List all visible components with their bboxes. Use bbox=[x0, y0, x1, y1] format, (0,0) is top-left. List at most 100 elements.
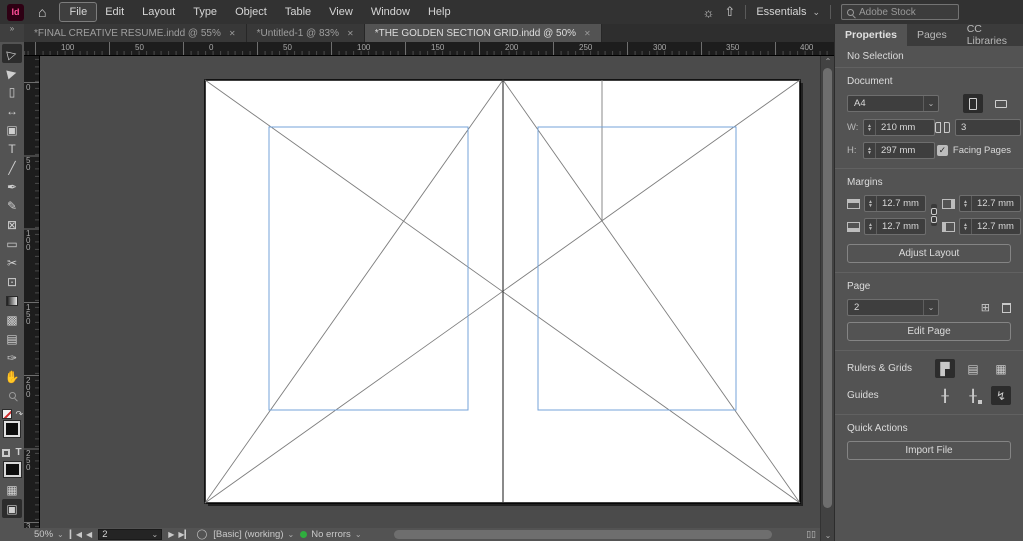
page-tool[interactable]: ▯ bbox=[2, 82, 22, 101]
workspace-switcher[interactable]: Essentials ⌄ bbox=[756, 6, 820, 18]
show-rulers-icon[interactable]: ▛ bbox=[935, 359, 955, 378]
height-field[interactable]: ▲▼ 297 mm bbox=[863, 142, 935, 159]
frame-tool[interactable]: ⊠ bbox=[2, 215, 22, 234]
toolbar-expand-control[interactable]: » bbox=[0, 24, 24, 42]
menu-view[interactable]: View bbox=[320, 3, 362, 21]
stepper-icon[interactable]: ▲▼ bbox=[960, 196, 972, 211]
zoom-tool[interactable] bbox=[2, 386, 22, 405]
margin-bottom-field[interactable]: ▲▼ 12.7 mm bbox=[864, 218, 926, 235]
import-file-button[interactable]: Import File bbox=[847, 441, 1011, 460]
orientation-landscape-button[interactable] bbox=[991, 94, 1011, 113]
page-select-dropdown[interactable]: 2 ⌄ bbox=[847, 299, 939, 316]
close-icon[interactable]: ✕ bbox=[347, 29, 354, 38]
vertical-scroll-thumb[interactable] bbox=[823, 68, 832, 508]
close-icon[interactable]: ✕ bbox=[229, 29, 236, 38]
previous-page-button[interactable]: ◀ bbox=[86, 530, 92, 539]
preflight-profile-dropdown[interactable]: [Basic] (working) ⌄ bbox=[213, 529, 294, 540]
facing-pages-checkbox[interactable]: ✓ bbox=[937, 145, 948, 156]
preflight-status[interactable]: No errors ⌄ bbox=[300, 529, 361, 540]
share-icon[interactable]: ⇧ bbox=[724, 4, 735, 20]
fill-stroke-controls[interactable]: ↷ bbox=[1, 409, 23, 443]
horizontal-scroll-thumb[interactable] bbox=[394, 530, 773, 539]
menu-window[interactable]: Window bbox=[362, 3, 419, 21]
pencil-tool[interactable]: ✎ bbox=[2, 196, 22, 215]
zoom-level-dropdown[interactable]: 50% ⌄ bbox=[34, 529, 64, 540]
panel-tab-pages[interactable]: Pages bbox=[907, 24, 957, 46]
adjust-layout-button[interactable]: Adjust Layout bbox=[847, 244, 1011, 263]
selection-tool[interactable]: ▷ bbox=[2, 44, 22, 63]
formatting-text-icon[interactable]: T bbox=[15, 447, 21, 458]
menu-help[interactable]: Help bbox=[419, 3, 460, 21]
menu-edit[interactable]: Edit bbox=[96, 3, 133, 21]
swap-fill-stroke-icon[interactable]: ↷ bbox=[15, 409, 23, 420]
stepper-icon[interactable]: ▲▼ bbox=[865, 219, 877, 234]
free-transform-tool[interactable]: ⊡ bbox=[2, 272, 22, 291]
formatting-container-icon[interactable] bbox=[2, 449, 10, 457]
stepper-icon[interactable]: ▲▼ bbox=[864, 143, 876, 158]
apply-color-swatch[interactable] bbox=[4, 462, 21, 477]
next-page-button[interactable]: ▶ bbox=[168, 530, 174, 539]
note-tool[interactable]: ▤ bbox=[2, 329, 22, 348]
gradient-tool[interactable] bbox=[2, 291, 22, 310]
stepper-icon[interactable]: ▲▼ bbox=[865, 196, 877, 211]
preflight-menu-icon[interactable]: ◯ bbox=[197, 529, 208, 540]
menu-layout[interactable]: Layout bbox=[133, 3, 184, 21]
screen-mode-button[interactable]: ▣ bbox=[2, 499, 22, 518]
show-guides-icon[interactable]: ╂ bbox=[935, 386, 955, 405]
page-size-dropdown[interactable]: A4 ⌄ bbox=[847, 95, 939, 112]
learn-icon[interactable]: ☼ bbox=[702, 5, 714, 20]
horizontal-ruler[interactable]: 10050050100150200250300350400 bbox=[24, 42, 834, 56]
eyedropper-tool[interactable]: ✑ bbox=[2, 348, 22, 367]
document-grid-icon[interactable]: ▦ bbox=[991, 359, 1011, 378]
margin-top-field[interactable]: ▲▼ 12.7 mm bbox=[864, 195, 926, 212]
adobe-stock-search[interactable]: Adobe Stock bbox=[841, 4, 959, 20]
menu-object[interactable]: Object bbox=[226, 3, 276, 21]
scissors-tool[interactable]: ✂ bbox=[2, 253, 22, 272]
margin-right-field[interactable]: ▲▼ 12.7 mm bbox=[959, 195, 1021, 212]
scroll-down-icon[interactable]: ⌄ bbox=[821, 531, 835, 540]
direct-selection-tool[interactable]: ▶ bbox=[2, 63, 22, 82]
menu-type[interactable]: Type bbox=[184, 3, 226, 21]
orientation-portrait-button[interactable] bbox=[963, 94, 983, 113]
horizontal-scrollbar[interactable] bbox=[372, 530, 797, 539]
delete-page-icon[interactable] bbox=[1002, 303, 1011, 313]
document-tab[interactable]: *FINAL CREATIVE RESUME.indd @ 55%✕ bbox=[24, 24, 247, 42]
line-tool[interactable]: ╱ bbox=[2, 158, 22, 177]
fill-none-swatch[interactable] bbox=[2, 409, 12, 419]
stroke-swatch[interactable] bbox=[4, 421, 20, 437]
close-icon[interactable]: ✕ bbox=[584, 29, 591, 38]
menu-file[interactable]: File bbox=[60, 3, 96, 21]
last-page-button[interactable]: ▶▎ bbox=[178, 530, 190, 539]
baseline-grid-icon[interactable]: ▤ bbox=[963, 359, 983, 378]
gradient-feather-tool[interactable]: ▩ bbox=[2, 310, 22, 329]
menu-table[interactable]: Table bbox=[276, 3, 320, 21]
link-margins-icon[interactable] bbox=[931, 204, 937, 226]
vertical-scrollbar[interactable]: ⌃ ⌄ bbox=[820, 56, 834, 541]
panel-tab-cc-libraries[interactable]: CC Libraries bbox=[957, 24, 1023, 46]
page-number-dropdown[interactable]: 2 ⌄ bbox=[98, 529, 162, 540]
pen-tool[interactable]: ✒ bbox=[2, 177, 22, 196]
edit-page-button[interactable]: Edit Page bbox=[847, 322, 1011, 341]
panel-tab-properties[interactable]: Properties bbox=[835, 24, 907, 46]
document-tab[interactable]: *THE GOLDEN SECTION GRID.indd @ 50%✕ bbox=[365, 24, 602, 42]
content-collector-tool[interactable]: ▣ bbox=[2, 120, 22, 139]
add-page-icon[interactable]: ⊞ bbox=[981, 301, 990, 314]
gap-tool[interactable]: ↔ bbox=[2, 101, 22, 120]
document-canvas[interactable] bbox=[40, 56, 820, 528]
page-count-field[interactable]: 3 bbox=[955, 119, 1021, 136]
smart-guides-icon[interactable]: ↯ bbox=[991, 386, 1011, 405]
first-page-button[interactable]: ▎◀ bbox=[70, 530, 82, 539]
stepper-icon[interactable]: ▲▼ bbox=[864, 120, 876, 135]
stepper-icon[interactable]: ▲▼ bbox=[960, 219, 972, 234]
vertical-ruler[interactable]: 05 01 0 01 5 02 0 02 5 03 0 0 bbox=[24, 56, 40, 528]
type-tool[interactable]: T bbox=[2, 139, 22, 158]
lock-guides-icon[interactable]: ╂ bbox=[963, 386, 983, 405]
home-icon[interactable]: ⌂ bbox=[38, 5, 46, 19]
width-field[interactable]: ▲▼ 210 mm bbox=[863, 119, 935, 136]
document-tab[interactable]: *Untitled-1 @ 83%✕ bbox=[247, 24, 365, 42]
rectangle-tool[interactable]: ▭ bbox=[2, 234, 22, 253]
margin-left-field[interactable]: ▲▼ 12.7 mm bbox=[959, 218, 1021, 235]
apply-gradient-tile[interactable]: ▦ bbox=[2, 480, 22, 499]
hand-tool[interactable]: ✋ bbox=[2, 367, 22, 386]
scroll-up-icon[interactable]: ⌃ bbox=[821, 57, 835, 66]
